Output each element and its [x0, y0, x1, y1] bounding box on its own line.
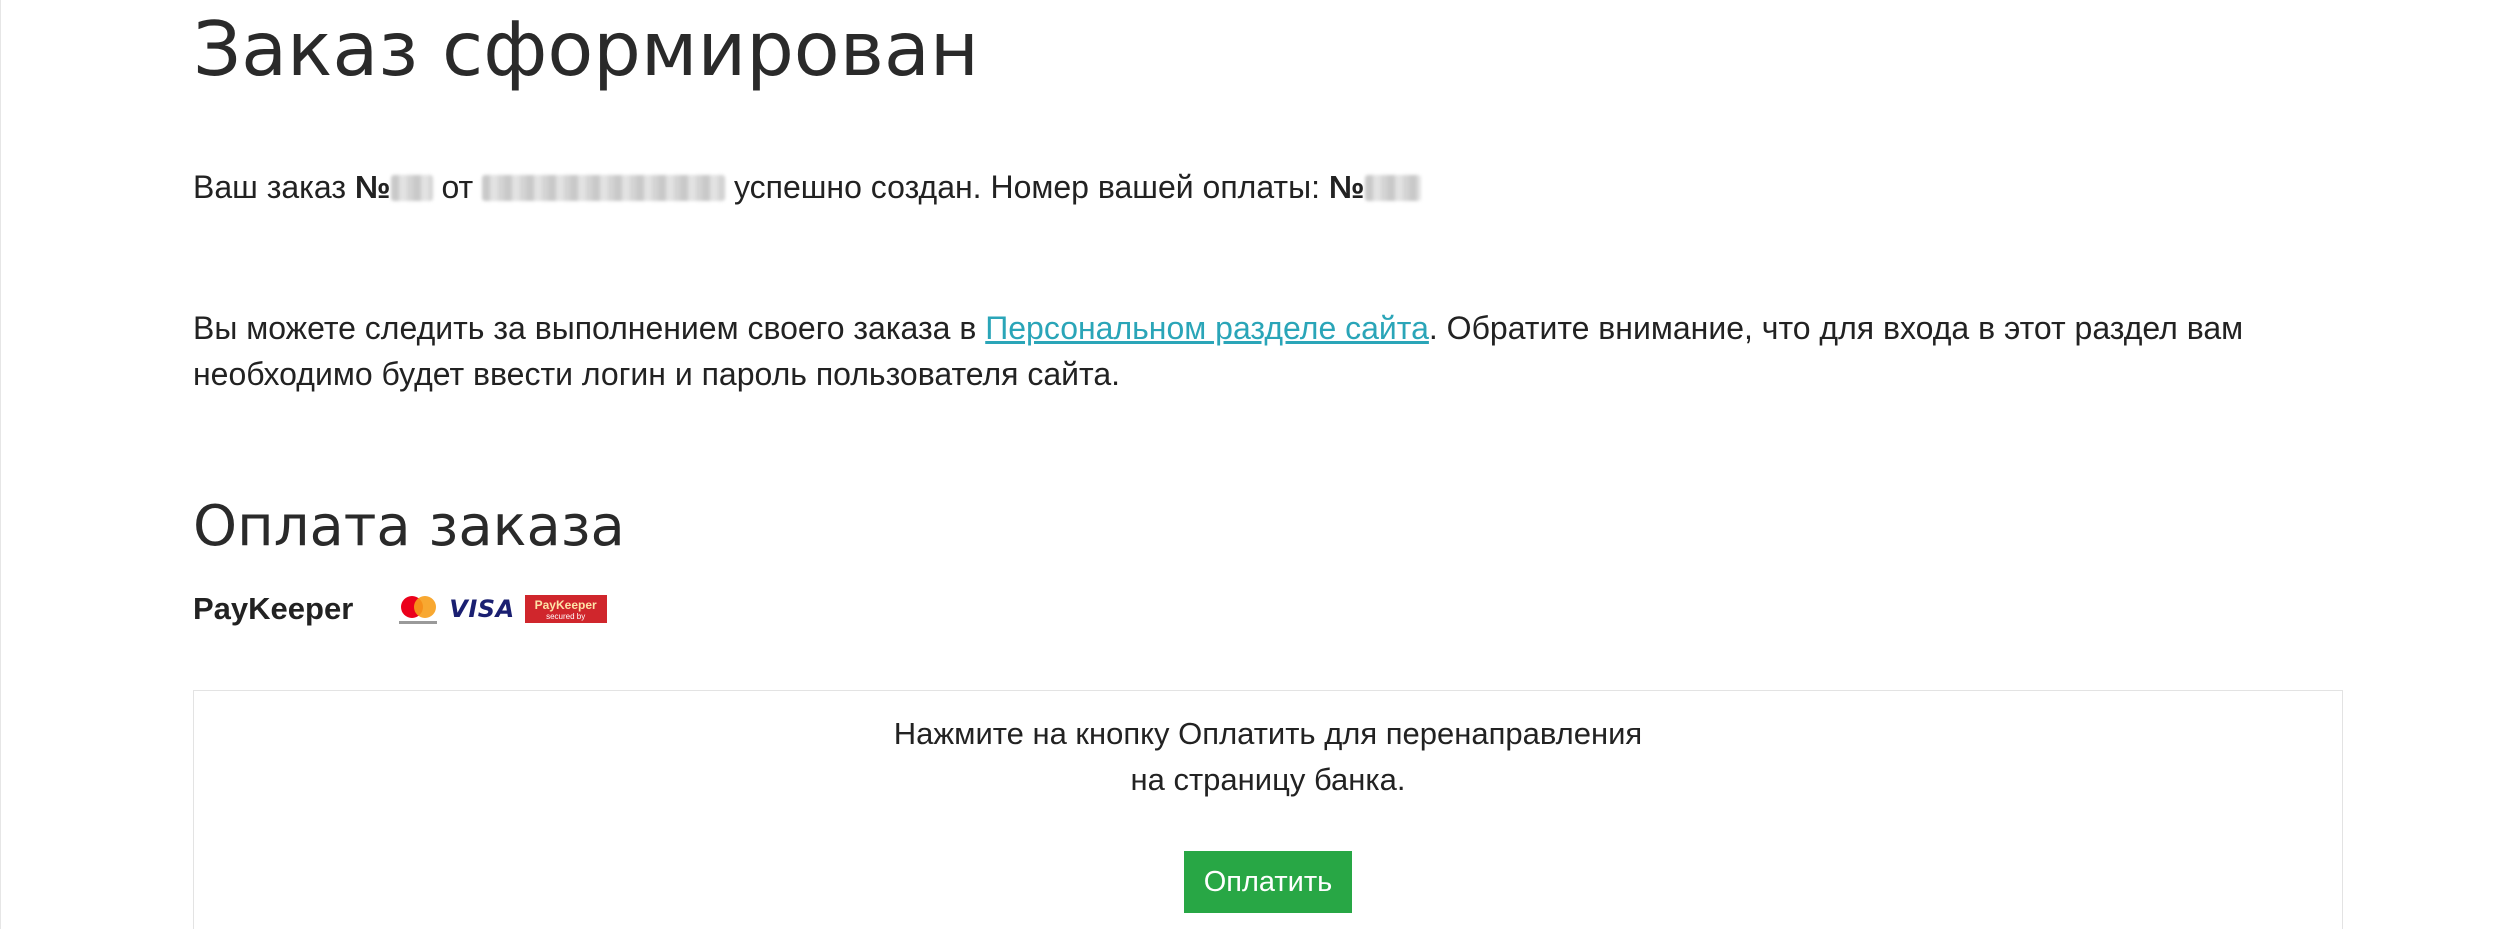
- pay-button[interactable]: Оплатить: [1184, 851, 1352, 913]
- order-date-redacted: [482, 175, 726, 201]
- payment-section-title: Оплата заказа: [193, 494, 625, 559]
- payment-box: Нажмите на кнопку Оплатить для перенапра…: [193, 690, 2343, 929]
- order-prefix: Ваш заказ: [193, 169, 355, 205]
- payment-system-name: PayKeeper: [193, 591, 354, 626]
- payment-hint-line2: на страницу банка.: [1130, 762, 1406, 797]
- order-from-label: от: [432, 169, 483, 205]
- order-created-message: Ваш заказ № от успешно создан. Номер ваш…: [193, 165, 1421, 209]
- order-number-redacted: [390, 175, 433, 201]
- payment-number-redacted: [1364, 175, 1421, 201]
- payment-hint-line1: Нажмите на кнопку Оплатить для перенапра…: [893, 716, 1643, 751]
- info-text-before: Вы можете следить за выполнением своего …: [193, 310, 986, 346]
- payment-hint: Нажмите на кнопку Оплатить для перенапра…: [194, 711, 2342, 803]
- payment-system: PayKeeper VISA PayKeeper secured by: [193, 587, 607, 631]
- personal-section-link[interactable]: Персональном разделе сайта: [985, 310, 1429, 346]
- page-left-border: [0, 0, 1, 929]
- order-suffix: успешно создан. Номер вашей оплаты:: [725, 169, 1329, 205]
- visa-logo-icon: VISA: [449, 595, 515, 623]
- page-title: Заказ сформирован: [193, 5, 979, 93]
- order-number-label: №: [354, 169, 391, 205]
- mastercard-logo-icon: [397, 594, 439, 624]
- personal-section-info: Вы можете следить за выполнением своего …: [193, 305, 2393, 397]
- payment-number-label: №: [1328, 169, 1365, 205]
- paykeeper-logo-icon: PayKeeper secured by: [524, 595, 607, 623]
- payment-logos: VISA PayKeeper secured by: [397, 594, 607, 624]
